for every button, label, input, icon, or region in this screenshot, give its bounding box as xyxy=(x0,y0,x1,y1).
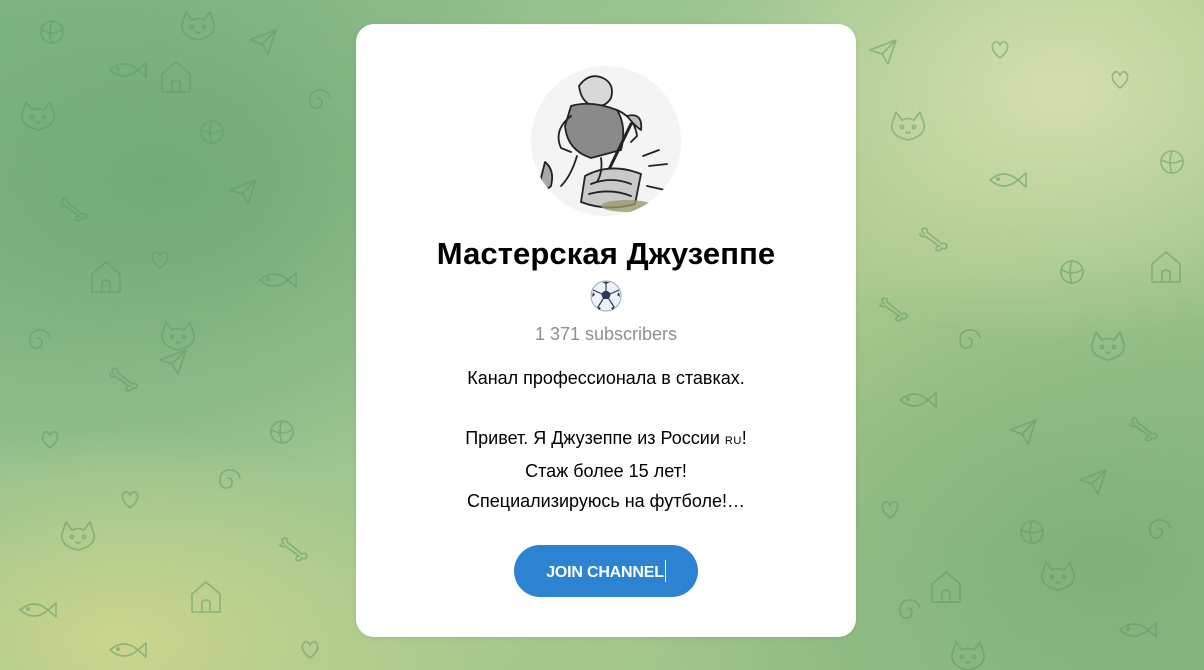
channel-avatar-illustration xyxy=(531,66,681,216)
soccer-ball-icon xyxy=(590,280,622,312)
channel-avatar xyxy=(531,66,681,216)
description-line-1: Канал профессионала в ставках. xyxy=(467,368,745,388)
channel-title: Мастерская Джузеппе xyxy=(436,236,776,271)
description-blank-line xyxy=(396,393,816,423)
description-line-2-text: Привет. Я Джузеппе из России xyxy=(465,428,725,448)
join-channel-label: JOIN CHANNEL xyxy=(546,564,664,581)
subscriber-count: 1 371 subscribers xyxy=(534,324,678,344)
description-line-2-end: ! xyxy=(741,428,747,448)
join-channel-button[interactable]: JOIN CHANNEL xyxy=(514,545,698,597)
description-line-4: Специализируюсь на футболе!… xyxy=(467,491,745,511)
channel-description: Канал профессионала в ставках. Привет. Я… xyxy=(396,363,816,516)
russia-flag-icon: RU xyxy=(724,435,742,447)
description-line-3: Стаж более 15 лет! xyxy=(525,461,687,481)
text-cursor xyxy=(664,560,666,582)
channel-preview-card: Мастерская Джузеппе 1 371 subscribers Ка… xyxy=(356,24,856,637)
description-line-2: Привет. Я Джузеппе из России RU! xyxy=(396,423,816,456)
